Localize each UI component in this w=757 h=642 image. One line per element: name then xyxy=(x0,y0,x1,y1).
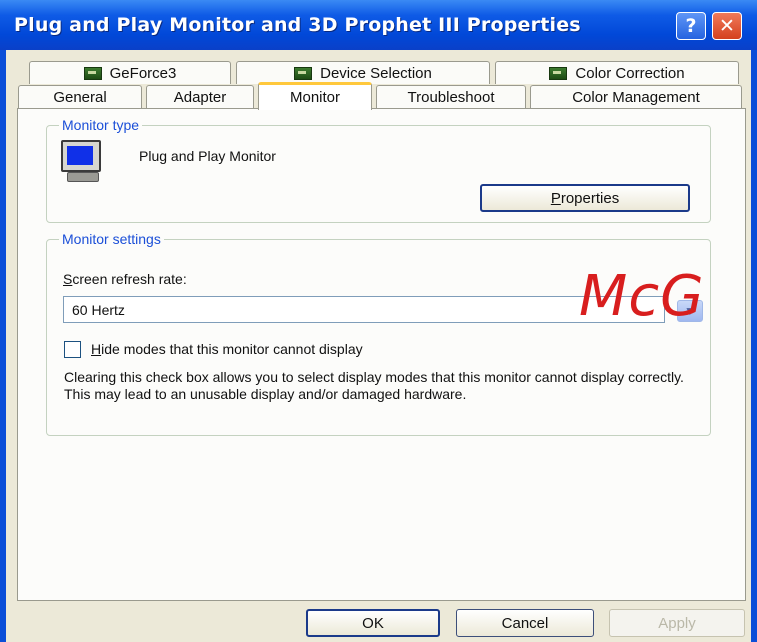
window-title: Plug and Play Monitor and 3D Prophet III… xyxy=(14,14,581,36)
hide-modes-checkbox[interactable] xyxy=(64,341,81,358)
button-label: Apply xyxy=(658,614,696,632)
nvidia-icon xyxy=(549,66,568,80)
apply-button: Apply xyxy=(609,609,745,637)
tab-device-selection[interactable]: Device Selection xyxy=(236,61,490,84)
tab-label: Color Management xyxy=(572,88,700,106)
dialog-client: GeForce3 Device Selection Color Correcti… xyxy=(6,50,751,642)
properties-button[interactable]: Properties xyxy=(480,184,690,212)
accel-key: H xyxy=(91,341,102,357)
tab-geforce3[interactable]: GeForce3 xyxy=(29,61,231,84)
tab-monitor[interactable]: Monitor xyxy=(258,82,372,110)
refresh-rate-select[interactable]: 60 Hertz xyxy=(63,296,665,323)
tab-label: GeForce3 xyxy=(109,64,177,82)
tab-color-correction[interactable]: Color Correction xyxy=(495,61,739,84)
tab-color-management[interactable]: Color Management xyxy=(530,85,742,108)
button-label: OK xyxy=(362,614,384,632)
tab-label: General xyxy=(53,88,107,106)
tab-general[interactable]: General xyxy=(18,85,142,108)
properties-window: Plug and Play Monitor and 3D Prophet III… xyxy=(0,0,757,642)
label-text: creen refresh rate: xyxy=(72,271,187,287)
monitor-name: Plug and Play Monitor xyxy=(139,148,276,164)
watermark-text: McG xyxy=(579,264,705,329)
tab-label: Color Correction xyxy=(575,64,685,82)
hide-modes-label[interactable]: Hide modes that this monitor cannot disp… xyxy=(91,341,363,357)
help-button[interactable]: ? xyxy=(676,12,706,40)
selected-value: 60 Hertz xyxy=(72,301,125,318)
label-text: ide modes that this monitor cannot displ… xyxy=(101,341,363,357)
tab-adapter[interactable]: Adapter xyxy=(146,85,254,108)
tab-label: Monitor xyxy=(289,89,341,106)
monitor-icon xyxy=(61,140,105,182)
monitor-type-group: Monitor type Plug and Play Monitor Prope… xyxy=(46,117,711,223)
tab-label: Troubleshoot xyxy=(407,88,495,106)
ok-button[interactable]: OK xyxy=(306,609,440,637)
monitor-type-label: Monitor type xyxy=(59,117,143,133)
tab-troubleshoot[interactable]: Troubleshoot xyxy=(376,85,526,108)
monitor-settings-label: Monitor settings xyxy=(59,231,164,247)
accel-key: S xyxy=(63,271,73,287)
button-label: roperties xyxy=(560,189,620,207)
close-icon: ✕ xyxy=(719,15,735,37)
refresh-rate-label: Screen refresh rate: xyxy=(63,271,187,287)
tab-label: Adapter xyxy=(173,88,227,106)
button-label: Cancel xyxy=(501,614,549,632)
close-button[interactable]: ✕ xyxy=(712,12,742,40)
cancel-button[interactable]: Cancel xyxy=(456,609,594,637)
title-bar[interactable]: Plug and Play Monitor and 3D Prophet III… xyxy=(0,0,757,50)
tab-panel-monitor: Monitor type Plug and Play Monitor Prope… xyxy=(17,108,746,601)
warning-note: Clearing this check box allows you to se… xyxy=(64,369,684,402)
help-icon: ? xyxy=(685,15,697,37)
tab-label: Device Selection xyxy=(320,64,432,82)
nvidia-icon xyxy=(83,66,102,80)
accel-key: P xyxy=(550,189,561,207)
nvidia-icon xyxy=(294,66,313,80)
